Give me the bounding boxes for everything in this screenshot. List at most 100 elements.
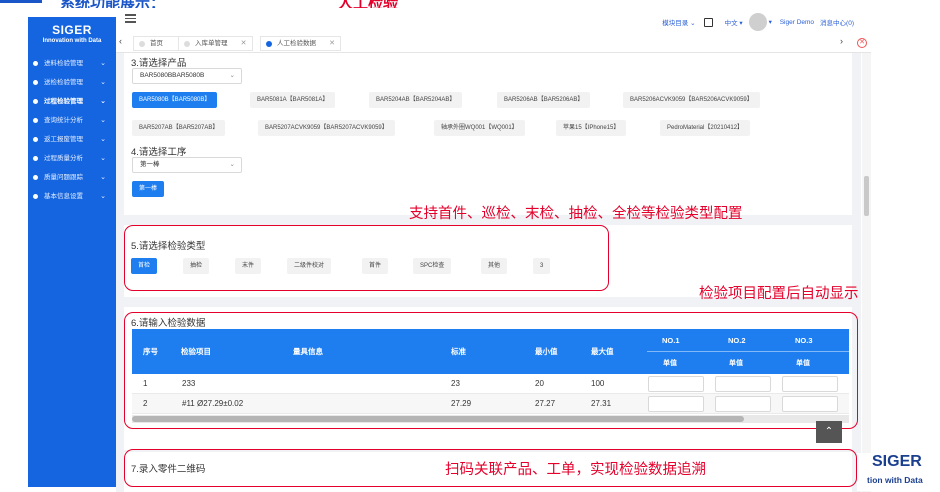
tab-label: 人工检验数据	[277, 40, 316, 47]
tab-label: 首页	[150, 40, 163, 47]
tab-home[interactable]: 首页	[133, 36, 182, 51]
user-menu[interactable]: ▾ Siger Demo	[769, 18, 814, 26]
cell-standard: 23	[451, 379, 460, 388]
col-standard: 标准	[451, 347, 466, 356]
dot-icon	[33, 194, 38, 199]
chevron-down-icon: ⌄	[100, 60, 106, 67]
table-row: 1 233 23 20 100	[132, 374, 849, 394]
chevron-down-icon: ⌄	[100, 136, 106, 143]
menu-toggle-icon[interactable]	[125, 14, 136, 23]
product-option[interactable]: 轴承外圈WQ001【WQ001】	[434, 120, 525, 136]
logo-tagline: Innovation with Data	[42, 38, 102, 44]
inspection-type-option[interactable]: 3	[533, 258, 551, 274]
col-no1: NO.1	[662, 336, 680, 345]
cell-min: 20	[535, 379, 544, 388]
inspection-type-option[interactable]: 末件	[235, 258, 262, 274]
inspection-type-option[interactable]: 抽检	[183, 258, 210, 274]
table-row: 2 #11 Ø27.29±0.02 27.29 27.27 27.31	[132, 394, 849, 414]
tab-inbound-orders[interactable]: 入库单管理 ✕	[178, 36, 253, 51]
sidebar-item-incoming-inspection[interactable]: 进料检验管理 ⌄	[28, 54, 116, 73]
product-option[interactable]: BAR5207ACVK9059【BAR5207ACVK9059】	[258, 120, 395, 136]
col-max: 最大值	[591, 347, 614, 356]
measurement-input-no2[interactable]	[715, 376, 771, 392]
product-option[interactable]: 苹果15【IPhone15】	[556, 120, 627, 136]
dot-icon	[139, 41, 145, 47]
product-option[interactable]: BAR5081A【BAR5081A】	[250, 92, 336, 108]
col-no2-single: 单值	[729, 360, 743, 367]
sidebar-item-issue-tracking[interactable]: 质量问题跟踪 ⌄	[28, 168, 116, 187]
col-gauge: 量具信息	[293, 347, 323, 356]
vertical-scrollbar[interactable]	[862, 53, 871, 492]
sidebar-item-basic-settings[interactable]: 基本信息设置 ⌄	[28, 187, 116, 206]
product-select-value: BAR5080BBAR5080B	[140, 72, 205, 79]
col-no3: NO.3	[795, 336, 813, 345]
cell-seq: 1	[143, 379, 148, 388]
product-option[interactable]: BAR5206ACVK9059【BAR5206ACVK9059】	[623, 92, 760, 108]
product-option[interactable]: BAR5207AB【BAR5207AB】	[132, 120, 226, 136]
measurement-input-no1[interactable]	[648, 376, 704, 392]
product-option[interactable]: BAR5206AB【BAR5206AB】	[497, 92, 591, 108]
module-menu-link[interactable]: 模块目录 ⌄	[656, 17, 695, 27]
process-select-value: 第一棒	[140, 161, 160, 168]
annotation-auto-display: 检验项目配置后自动显示	[699, 286, 859, 302]
chevron-down-icon: ⌄	[100, 98, 106, 105]
chevron-left-icon[interactable]: ‹	[119, 36, 122, 46]
sidebar-item-label: 基本信息设置	[44, 193, 83, 200]
fullscreen-icon[interactable]	[703, 17, 713, 27]
col-no1-single: 单值	[663, 360, 677, 367]
horizontal-scrollbar[interactable]	[132, 415, 849, 423]
process-select[interactable]: 第一棒 ⌄	[132, 157, 242, 173]
measurement-input-no2[interactable]	[715, 396, 771, 412]
cell-max: 100	[591, 379, 605, 388]
col-no2: NO.2	[728, 336, 746, 345]
horizontal-scrollbar-thumb[interactable]	[132, 416, 744, 422]
tab-manual-inspection[interactable]: 人工检验数据 ✕	[260, 36, 341, 51]
inspection-type-option[interactable]: 二级件校对	[287, 258, 332, 274]
step5-title: 5.请选择检验类型	[131, 241, 206, 252]
vertical-scrollbar-thumb[interactable]	[864, 176, 869, 216]
chevron-down-icon: ⌄	[100, 79, 106, 86]
annotation-traceability: 扫码关联产品、工单，实现检验数据追溯	[445, 462, 706, 478]
process-option[interactable]: 第一棒	[132, 181, 165, 197]
language-select[interactable]: 中文 ▾	[719, 17, 743, 27]
chevron-down-icon: ⌄	[229, 72, 235, 79]
step6-title: 6.请输入检验数据	[131, 318, 206, 329]
messages-link[interactable]: 消息中心(0)	[820, 17, 854, 27]
sidebar-item-process-inspection[interactable]: 过程检验管理 ⌄	[28, 92, 116, 111]
close-icon[interactable]: ✕	[241, 37, 247, 51]
logo: SIGER Innovation with Data	[28, 17, 116, 44]
title-accent-bar	[0, 0, 42, 3]
measurement-input-no1[interactable]	[648, 396, 704, 412]
dot-icon	[33, 175, 38, 180]
sidebar-item-query-statistics[interactable]: 查询统计分析 ⌄	[28, 111, 116, 130]
top-header: 模块目录 ⌄ 中文 ▾ ▾ Siger Demo 消息中心(0)	[116, 10, 864, 34]
measurement-input-no3[interactable]	[782, 376, 838, 392]
step4-title: 4.请选择工序	[131, 147, 187, 158]
measurement-input-no3[interactable]	[782, 396, 838, 412]
sidebar-item-rework-scrap[interactable]: 返工报废管理 ⌄	[28, 130, 116, 149]
product-select[interactable]: BAR5080BBAR5080B ⌄	[132, 68, 242, 84]
sidebar-item-label: 过程质量分析	[44, 155, 83, 162]
inspection-type-option[interactable]: SPC检查	[413, 258, 452, 274]
chevron-down-icon: ⌄	[100, 193, 106, 200]
inspection-type-option[interactable]: 首件	[362, 258, 389, 274]
back-to-top-button[interactable]: ⌃	[816, 421, 842, 443]
sidebar-item-submission-inspection[interactable]: 送检检验管理 ⌄	[28, 73, 116, 92]
close-all-icon[interactable]: ✕	[857, 38, 867, 48]
cell-max: 27.31	[591, 399, 612, 408]
col-item: 检验项目	[181, 347, 211, 356]
avatar[interactable]	[748, 13, 767, 31]
product-option[interactable]: BAR5204AB【BAR5204AB】	[369, 92, 463, 108]
sidebar-item-quality-analysis[interactable]: 过程质量分析 ⌄	[28, 149, 116, 168]
product-option[interactable]: BAR5080B【BAR5080B】	[132, 92, 218, 108]
sidebar-item-label: 进料检验管理	[44, 60, 83, 67]
close-icon[interactable]: ✕	[329, 37, 335, 51]
inspection-type-option[interactable]: 其他	[481, 258, 508, 274]
cell-standard: 27.29	[451, 399, 472, 408]
dot-icon	[33, 99, 38, 104]
chevron-right-icon[interactable]: ›	[840, 36, 843, 46]
product-option[interactable]: PedroMaterial【20210412】	[660, 120, 751, 136]
header-divider	[647, 351, 849, 352]
inspection-type-option[interactable]: 首检	[131, 258, 158, 274]
cell-item: 233	[182, 379, 196, 388]
